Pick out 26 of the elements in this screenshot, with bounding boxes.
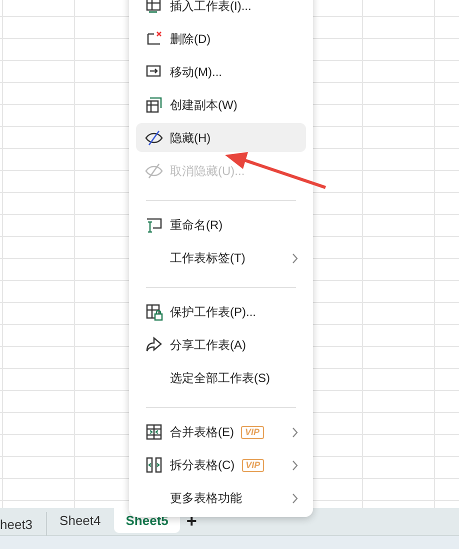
menu-item[interactable]: 隐藏(H) xyxy=(136,123,306,152)
eye-slash-icon xyxy=(145,162,163,180)
menu-item[interactable]: 合并表格(E) VIP xyxy=(136,418,306,447)
menu-item[interactable]: 移动(M)... xyxy=(136,57,306,86)
menu-item[interactable]: 工作表标签(T) xyxy=(136,244,306,273)
menu-item[interactable]: 重命名(R) xyxy=(136,210,306,240)
merge-table-icon xyxy=(145,423,163,442)
table-icon xyxy=(145,0,163,15)
chevron-right-icon xyxy=(292,460,298,471)
rename-icon xyxy=(145,216,163,234)
menu-item[interactable]: 创建副本(W) xyxy=(136,90,306,120)
copy-icon xyxy=(145,96,163,114)
menu-item[interactable]: 删除(D) xyxy=(136,24,306,54)
chevron-right-icon xyxy=(292,252,298,264)
menu-item[interactable]: 保护工作表(P)... xyxy=(136,298,306,327)
chevron-right-icon xyxy=(292,492,298,504)
split-table-icon xyxy=(145,456,163,474)
sheet-tab[interactable]: Sheet4 xyxy=(46,508,114,533)
menu-item[interactable]: 分享工作表(A) xyxy=(136,330,306,360)
chevron-right-icon xyxy=(292,426,298,438)
menu-item[interactable]: 拆分表格(C) VIP xyxy=(136,450,306,480)
vip-badge: VIP xyxy=(241,426,264,439)
lock-table-icon xyxy=(145,303,163,322)
eye-slash-icon xyxy=(145,128,163,147)
vip-badge: VIP xyxy=(242,458,264,472)
menu-item[interactable]: 选定全部工作表(S) xyxy=(136,364,306,393)
